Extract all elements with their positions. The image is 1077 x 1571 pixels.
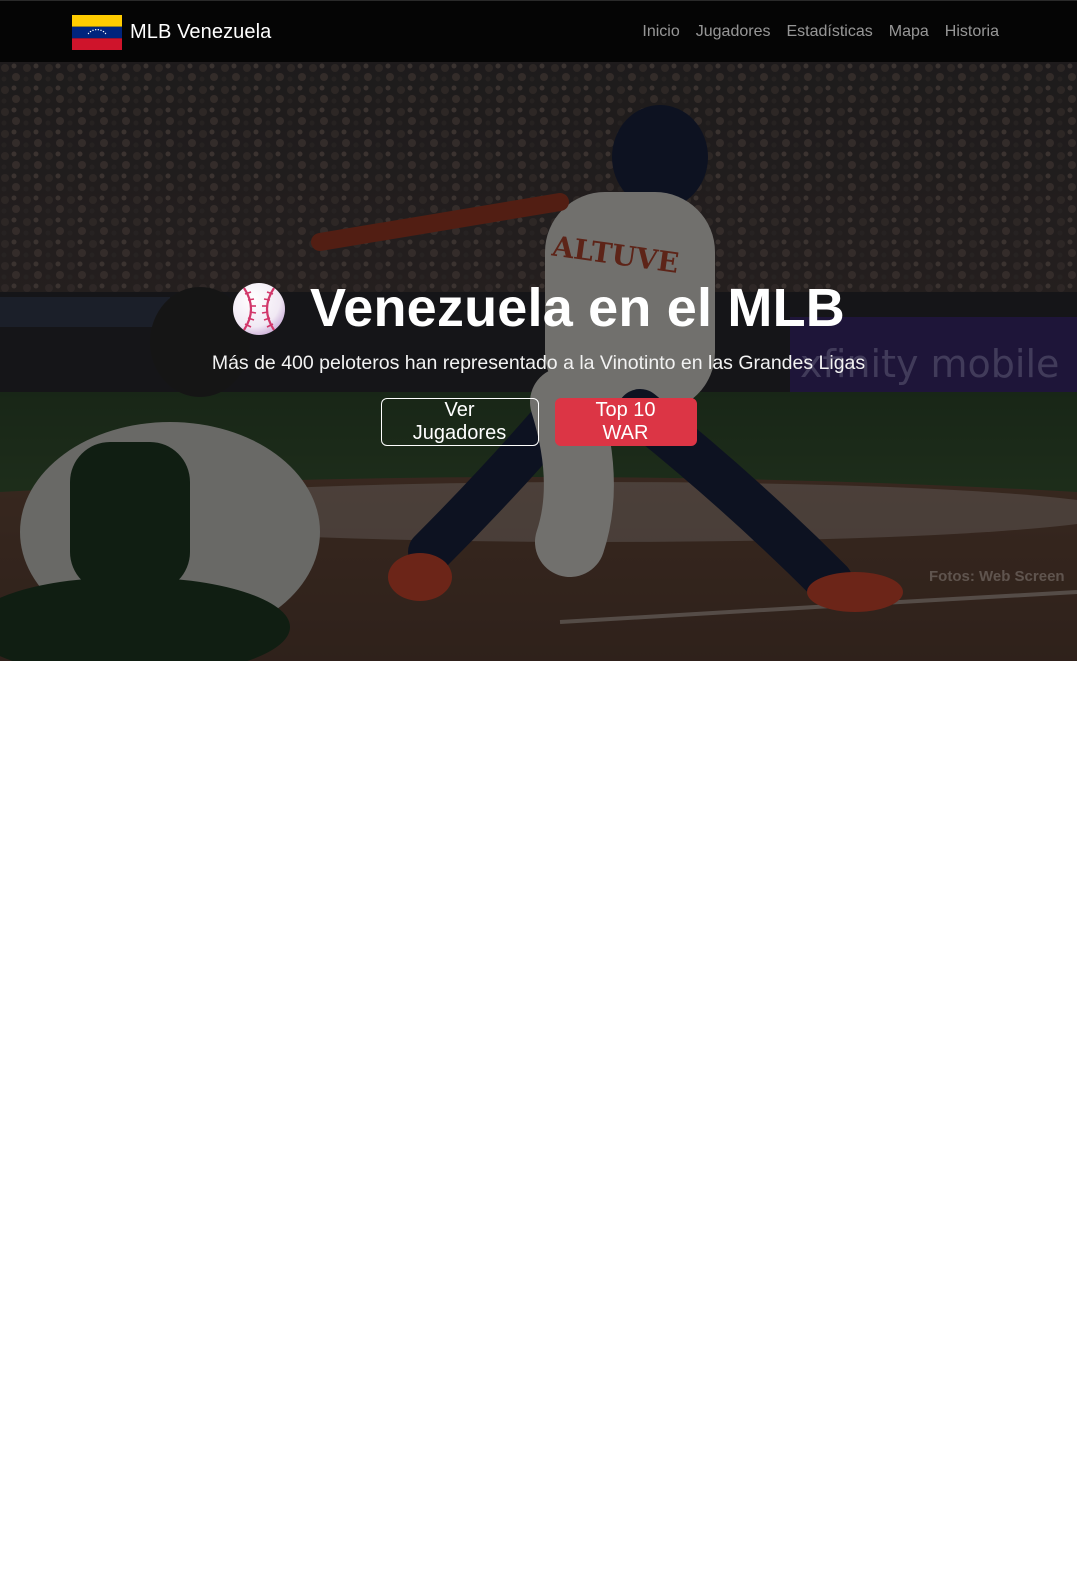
photo-credit: Fotos: Web Screen (929, 568, 1065, 585)
nav-links: Inicio Jugadores Estadísticas Mapa Histo… (642, 1, 999, 63)
ver-jugadores-button[interactable]: Ver Jugadores (380, 398, 539, 446)
page-body (0, 661, 1077, 1571)
hero-subtitle: Más de 400 peloteros han representado a … (211, 352, 866, 374)
nav-link-inicio[interactable]: Inicio (642, 23, 679, 41)
hero-title: Venezuela en el MLB (310, 278, 845, 338)
nav-link-estadisticas[interactable]: Estadísticas (786, 23, 872, 41)
navbar: MLB Venezuela Inicio Jugadores Estadísti… (0, 0, 1077, 62)
baseball-icon (233, 283, 286, 335)
hero-buttons: Ver Jugadores Top 10 WAR (0, 398, 1077, 446)
top-10-war-button[interactable]: Top 10 WAR (554, 398, 697, 446)
nav-link-mapa[interactable]: Mapa (889, 23, 929, 41)
hero-section: xfinity mobile ALTUVE Fotos: Web Screen (0, 62, 1077, 661)
hero-content: Venezuela en el MLB Más de 400 peloteros… (0, 274, 1077, 446)
venezuela-flag-icon (72, 15, 122, 50)
nav-link-historia[interactable]: Historia (945, 23, 999, 41)
brand-name: MLB Venezuela (130, 21, 272, 43)
brand-link[interactable]: MLB Venezuela (72, 15, 271, 50)
nav-link-jugadores[interactable]: Jugadores (696, 23, 771, 41)
hero-title-row: Venezuela en el MLB (0, 274, 1077, 342)
